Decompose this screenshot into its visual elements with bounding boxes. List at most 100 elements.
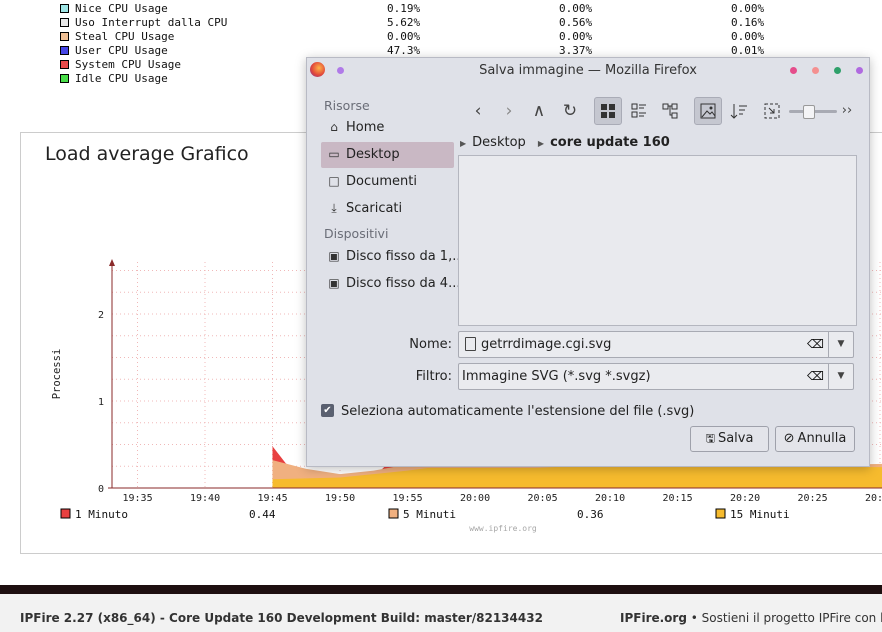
shrink-icon (764, 103, 780, 119)
sidebar-item-desktop[interactable]: ▭ Desktop (321, 142, 454, 168)
documents-icon: □ (328, 174, 340, 188)
auto-extension-label[interactable]: Seleziona automaticamente l'estensione d… (341, 404, 694, 419)
filter-label: Filtro: (415, 369, 452, 384)
sidebar-item-label: Disco fisso da 4... (346, 276, 461, 291)
footer-version: IPFire 2.27 (x86_64) - Core Update 160 D… (20, 611, 543, 625)
close-button[interactable] (856, 67, 863, 74)
sort-icon (730, 104, 747, 119)
sidebar-item-label: Desktop (346, 147, 400, 162)
filename-history-dropdown[interactable]: ▼ (828, 332, 853, 357)
y-tick-label: 1 (98, 397, 104, 408)
sidebar-item-disco-fisso-da-4[interactable]: ▣ Disco fisso da 4... (321, 271, 460, 297)
legend-swatch (715, 508, 726, 519)
filter-dropdown[interactable]: ▼ (828, 364, 853, 389)
tree-view-button[interactable] (656, 97, 684, 125)
sidebar-item-documenti[interactable]: □ Documenti (321, 169, 454, 195)
filename-field[interactable]: getrrdimage.cgi.svg ⌫ ▼ (458, 331, 854, 358)
y-tick-label: 2 (98, 310, 104, 321)
breadcrumb-item-current[interactable]: core update 160 (550, 135, 670, 150)
sidebar-item-label: Disco fisso da 1,... (346, 249, 465, 264)
auto-extension-checkbox[interactable]: ✔ (321, 404, 334, 417)
breadcrumb-item-desktop[interactable]: Desktop (472, 135, 526, 150)
zoom-out-button[interactable] (758, 97, 786, 125)
y-tick-label: 0 (98, 484, 104, 495)
sidebar-item-home[interactable]: ⌂ Home (321, 115, 454, 141)
legend-label: 15 Minuti (730, 508, 790, 521)
x-tick-label: 19:50 (325, 493, 355, 504)
chart-watermark: www.ipfire.org (469, 524, 537, 533)
home-icon: ⌂ (330, 120, 338, 134)
maximize-button[interactable] (834, 67, 841, 74)
x-tick-label: 19:35 (123, 493, 153, 504)
x-tick-label: 20:3 (865, 493, 882, 504)
sidebar-item-label: Documenti (346, 174, 417, 189)
y-axis-label: Processi (51, 349, 63, 400)
grid-view-icon (601, 104, 615, 118)
legend-label: 5 Minuti (403, 508, 456, 521)
save-image-dialog: Salva immagine — Mozilla Firefox Risorse… (306, 57, 870, 467)
footer-divider (0, 585, 882, 594)
sort-button[interactable] (725, 97, 753, 125)
x-tick-label: 20:00 (460, 493, 490, 504)
downloads-icon: ⤓ (331, 201, 337, 215)
keep-above-button[interactable] (790, 67, 797, 74)
x-tick-label: 19:45 (258, 493, 288, 504)
list-view-icon (631, 103, 646, 118)
clear-text-icon[interactable]: ⌫ (807, 338, 824, 351)
cancel-icon: ⊘ (783, 431, 795, 446)
filename-input[interactable]: getrrdimage.cgi.svg (481, 337, 611, 352)
legend-label: 1 Minuto (75, 508, 128, 521)
tree-view-icon (662, 103, 678, 119)
footer-support-text: • Sostieni il progetto IPFire con l (686, 611, 882, 625)
filter-field[interactable]: Immagine SVG (*.svg *.svgz) ⌫ ▼ (458, 363, 854, 390)
x-tick-label: 20:15 (663, 493, 693, 504)
zoom-slider[interactable] (789, 105, 837, 119)
y-axis-arrow (109, 259, 115, 266)
x-tick-label: 19:55 (393, 493, 423, 504)
x-tick-label: 19:40 (190, 493, 220, 504)
minimize-button[interactable] (812, 67, 819, 74)
x-tick-label: 20:05 (528, 493, 558, 504)
sidebar-item-disco-fisso-da-1[interactable]: ▣ Disco fisso da 1,... (321, 244, 464, 270)
detail-view-button[interactable] (625, 97, 653, 125)
sidebar-item-scaricati[interactable]: ⤓ Scaricati (321, 196, 454, 222)
legend-value: 0.36 (577, 508, 604, 521)
icons-view-button[interactable] (594, 97, 622, 125)
cancel-button[interactable]: ⊘ Annulla (775, 426, 855, 452)
clear-text-icon[interactable]: ⌫ (807, 370, 824, 383)
footer-support: IPFire.org • Sostieni il progetto IPFire… (620, 611, 882, 625)
save-button[interactable]: 🖫 Salva (690, 426, 769, 452)
toolbar-overflow-button[interactable]: ›› (839, 97, 855, 125)
parent-folder-button[interactable]: ∧ (525, 97, 553, 125)
breadcrumb: ▶ Desktop ▶ core update 160 (460, 135, 670, 150)
preview-toggle-button[interactable] (694, 97, 722, 125)
footer-brand-link[interactable]: IPFire.org (620, 611, 687, 625)
x-tick-label: 20:20 (730, 493, 760, 504)
series-area-15-minuti (272, 467, 882, 488)
file-list-area[interactable] (458, 155, 857, 326)
name-label: Nome: (409, 337, 452, 352)
footer: IPFire 2.27 (x86_64) - Core Update 160 D… (0, 594, 882, 632)
legend-value: 0.44 (249, 508, 276, 521)
breadcrumb-arrow-icon[interactable]: ▶ (538, 139, 544, 148)
legend-swatch (60, 508, 71, 519)
legend-swatch (388, 508, 399, 519)
breadcrumb-arrow-icon[interactable]: ▶ (460, 139, 466, 148)
image-preview-icon (700, 103, 716, 119)
desktop-icon: ▭ (328, 147, 340, 161)
x-tick-label: 20:25 (798, 493, 828, 504)
save-icon: 🖫 (705, 432, 715, 445)
forward-button[interactable]: › (495, 97, 523, 125)
x-tick-label: 20:10 (595, 493, 625, 504)
zoom-slider-handle[interactable] (803, 105, 815, 119)
filter-input[interactable]: Immagine SVG (*.svg *.svgz) (462, 369, 651, 384)
back-button[interactable]: ‹ (464, 97, 492, 125)
sidebar-item-label: Home (346, 120, 385, 135)
reload-button[interactable]: ↻ (556, 97, 584, 125)
file-icon (465, 337, 476, 351)
dialog-title: Salva immagine — Mozilla Firefox (479, 63, 697, 78)
sidebar-item-label: Scaricati (346, 201, 403, 216)
drive-icon: ▣ (328, 276, 340, 290)
places-header: Risorse (324, 98, 370, 113)
drive-icon: ▣ (328, 249, 340, 263)
